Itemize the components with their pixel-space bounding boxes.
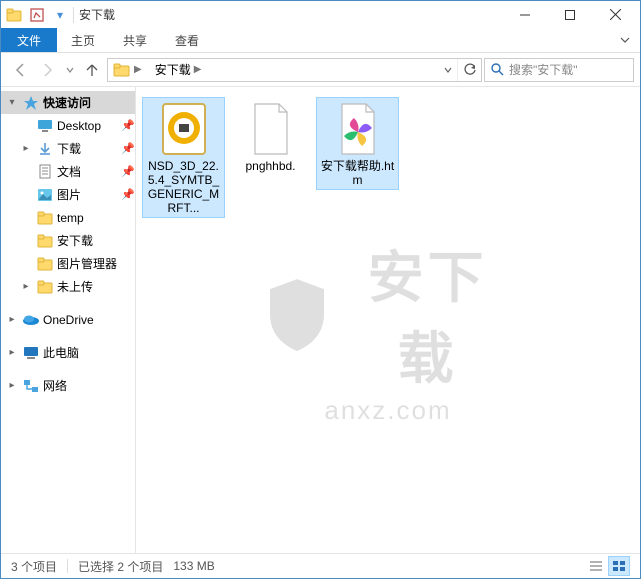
view-details-button[interactable] [585, 556, 607, 576]
folder-icon [113, 62, 131, 78]
tab-view[interactable]: 查看 [161, 28, 213, 52]
thispc-icon [22, 346, 40, 360]
desktop-icon [36, 119, 54, 133]
minimize-button[interactable] [502, 1, 547, 28]
ribbon-expand-button[interactable] [610, 28, 640, 52]
tree-item-temp[interactable]: ▸ temp [1, 206, 135, 229]
pictures-icon [36, 188, 54, 202]
address-dropdown[interactable] [439, 59, 457, 81]
pin-icon: 📌 [121, 188, 135, 201]
qat-new-folder-icon[interactable]: ▾ [49, 4, 71, 26]
ribbon-tabs: 文件 主页 共享 查看 [1, 28, 640, 53]
folder-icon [36, 257, 54, 271]
nav-forward-button[interactable] [35, 57, 61, 83]
qat-properties-icon[interactable] [26, 4, 48, 26]
pin-icon: 📌 [121, 119, 135, 132]
view-switcher [585, 556, 630, 576]
onedrive-icon [22, 314, 40, 326]
tree-item-desktop[interactable]: ▸ Desktop📌 [1, 114, 135, 137]
file-item[interactable]: 安下载帮助.htm [316, 97, 399, 190]
tab-file[interactable]: 文件 [1, 28, 57, 52]
file-item[interactable]: pnghhbd. [229, 97, 312, 176]
file-label: pnghhbd. [232, 159, 309, 173]
tree-item-notuploaded[interactable]: ▸ 未上传 [1, 275, 135, 298]
app-shield-icon [155, 100, 213, 158]
tree-item-picmgr[interactable]: ▸ 图片管理器 [1, 252, 135, 275]
folder-icon [36, 234, 54, 248]
status-bar: 3 个项目 已选择 2 个项目 133 MB [1, 553, 640, 578]
address-bar[interactable]: ▶ 安下载 ▶ [107, 58, 482, 82]
chevron-right-icon[interactable]: ▸ [5, 314, 19, 325]
window-title: 安下载 [79, 6, 115, 23]
explorer-window: ▾ 安下载 文件 主页 共享 查看 ▶ 安下载 ▶ [0, 0, 641, 579]
maximize-button[interactable] [547, 1, 592, 28]
chevron-down-icon[interactable]: ▾ [5, 97, 19, 108]
status-item-count: 3 个项目 [11, 558, 57, 575]
watermark: 安下载 anxz.com [262, 233, 514, 426]
chevron-right-icon[interactable]: ▶ [191, 64, 205, 75]
title-bar: ▾ 安下载 [1, 1, 640, 28]
chevron-right-icon[interactable]: ▸ [19, 281, 33, 292]
pinwheel-icon [329, 100, 387, 158]
search-input[interactable]: 搜索"安下载" [484, 58, 634, 82]
pin-icon: 📌 [121, 142, 135, 155]
file-list[interactable]: 安下载 anxz.com NSD_3D_22.5.4_SYMTB_GENERIC… [136, 87, 640, 553]
nav-bar: ▶ 安下载 ▶ 搜索"安下载" [1, 53, 640, 87]
tree-onedrive[interactable]: ▸ OneDrive [1, 308, 135, 331]
folder-app-icon[interactable] [3, 4, 25, 26]
tree-thispc[interactable]: ▸ 此电脑 [1, 341, 135, 364]
nav-back-button[interactable] [7, 57, 33, 83]
tree-item-anxz[interactable]: ▸ 安下载 [1, 229, 135, 252]
star-icon [22, 95, 40, 111]
nav-tree[interactable]: ▾ 快速访问 ▸ Desktop📌 ▸ 下载📌 ▸ 文档📌 ▸ 图片📌 ▸ [1, 87, 136, 553]
refresh-button[interactable] [457, 59, 481, 81]
breadcrumb-current[interactable]: 安下载 ▶ [150, 59, 210, 81]
documents-icon [36, 164, 54, 180]
breadcrumb-root[interactable]: ▶ [108, 59, 150, 81]
file-label: 安下载帮助.htm [319, 159, 396, 187]
chevron-right-icon[interactable]: ▸ [19, 143, 33, 154]
tree-network[interactable]: ▸ 网络 [1, 374, 135, 397]
nav-history-dropdown[interactable] [63, 57, 77, 83]
folder-icon [36, 211, 54, 225]
window-controls [502, 1, 638, 28]
close-button[interactable] [592, 1, 638, 28]
tab-share[interactable]: 共享 [109, 28, 161, 52]
downloads-icon [36, 142, 54, 156]
file-label: NSD_3D_22.5.4_SYMTB_GENERIC_MRFT... [145, 159, 222, 215]
chevron-right-icon[interactable]: ▸ [5, 380, 19, 391]
body: ▾ 快速访问 ▸ Desktop📌 ▸ 下载📌 ▸ 文档📌 ▸ 图片📌 ▸ [1, 87, 640, 553]
search-placeholder: 搜索"安下载" [509, 61, 578, 78]
chevron-right-icon[interactable]: ▶ [131, 64, 145, 75]
nav-up-button[interactable] [79, 57, 105, 83]
search-icon [491, 63, 504, 76]
tab-home[interactable]: 主页 [57, 28, 109, 52]
breadcrumb-label: 安下载 [155, 61, 191, 78]
tree-item-pictures[interactable]: ▸ 图片📌 [1, 183, 135, 206]
folder-icon [36, 280, 54, 294]
blank-file-icon [242, 100, 300, 158]
file-item[interactable]: NSD_3D_22.5.4_SYMTB_GENERIC_MRFT... [142, 97, 225, 218]
status-selected-count: 已选择 2 个项目 [78, 558, 163, 575]
status-selected-size: 133 MB [173, 559, 214, 573]
tree-item-downloads[interactable]: ▸ 下载📌 [1, 137, 135, 160]
view-icons-button[interactable] [608, 556, 630, 576]
quick-access-toolbar: ▾ [3, 4, 75, 26]
network-icon [22, 379, 40, 393]
pin-icon: 📌 [121, 165, 135, 178]
tree-quick-access[interactable]: ▾ 快速访问 [1, 91, 135, 114]
tree-item-documents[interactable]: ▸ 文档📌 [1, 160, 135, 183]
chevron-right-icon[interactable]: ▸ [5, 347, 19, 358]
